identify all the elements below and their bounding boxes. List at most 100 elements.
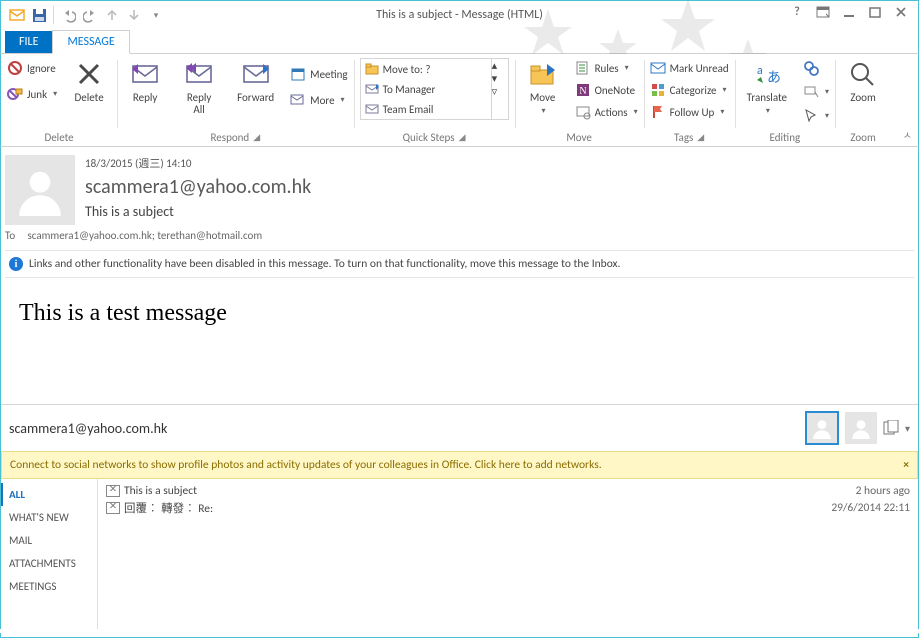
info-bar[interactable]: i Links and other functionality have bee… xyxy=(5,250,914,278)
categorize-button[interactable]: Categorize▾ xyxy=(650,80,729,100)
qs-item-1: To Manager xyxy=(383,83,436,96)
reply-all-button[interactable]: Reply All xyxy=(177,58,221,116)
junk-button[interactable]: Junk▾ xyxy=(7,84,57,104)
app-icon xyxy=(7,5,27,25)
contact-avatar-1[interactable] xyxy=(805,411,839,445)
people-nav-whatsnew[interactable]: WHAT'S NEW xyxy=(1,506,97,529)
zoom-button[interactable]: Zoom xyxy=(841,58,885,104)
qat-customize-button[interactable]: ▾ xyxy=(146,5,166,25)
mark-unread-icon xyxy=(650,60,666,76)
junk-label: Junk xyxy=(27,88,47,101)
info-icon: i xyxy=(9,257,23,271)
reply-button[interactable]: Reply xyxy=(123,58,167,116)
qs-expand[interactable]: ▿ xyxy=(492,85,508,98)
save-button[interactable] xyxy=(29,5,49,25)
people-nav-attachments[interactable]: ATTACHMENTS xyxy=(1,552,97,575)
next-item-button[interactable] xyxy=(124,5,144,25)
people-nav-meetings[interactable]: MEETINGS xyxy=(1,575,97,598)
group-quicksteps-label: Quick Steps xyxy=(403,131,455,144)
maximize-button[interactable] xyxy=(862,2,888,22)
actions-button[interactable]: Actions▾ xyxy=(575,102,638,122)
ribbon-tabs: FILE MESSAGE xyxy=(0,29,919,54)
received-date: 18/3/2015 (週三) 14:10 xyxy=(85,155,311,171)
mark-unread-button[interactable]: Mark Unread xyxy=(650,58,729,78)
related-button[interactable]: ▾ xyxy=(803,82,829,102)
qs-scroll-up[interactable]: ▴ xyxy=(492,59,508,72)
people-expand-button[interactable]: ▾ xyxy=(905,422,910,435)
activity-subject: 回覆︰ 轉發︰ Re: xyxy=(124,500,213,516)
onenote-label: OneNote xyxy=(595,84,635,97)
followup-button[interactable]: Follow Up▾ xyxy=(650,102,729,122)
help-button[interactable]: ? xyxy=(784,2,810,22)
banner-text: Connect to social networks to show profi… xyxy=(10,458,602,472)
message-body: This is a test message xyxy=(1,278,918,404)
people-pane-header: scammera1@yahoo.com.hk ▾ xyxy=(1,404,918,451)
people-nav-mail[interactable]: MAIL xyxy=(1,529,97,552)
rules-button[interactable]: Rules▾ xyxy=(575,58,638,78)
tab-file[interactable]: FILE xyxy=(5,31,52,53)
zoom-icon xyxy=(847,58,879,90)
banner-close-button[interactable]: × xyxy=(903,458,909,472)
onenote-icon: N xyxy=(575,82,591,98)
select-button[interactable]: ▾ xyxy=(803,106,829,126)
people-pane-name: scammera1@yahoo.com.hk xyxy=(9,420,167,437)
forward-icon xyxy=(240,58,272,90)
group-editing: aあ Translate▾ ▾ ▾ Editing xyxy=(735,54,835,146)
mail-icon xyxy=(106,485,120,497)
actions-label: Actions xyxy=(595,106,628,119)
title-bar: ▾ This is a subject - Message (HTML) ? xyxy=(0,0,919,29)
to-line: To scammera1@yahoo.com.hk; terethan@hotm… xyxy=(1,229,918,242)
forward-button[interactable]: Forward xyxy=(231,58,280,116)
meeting-button[interactable]: Meeting xyxy=(290,64,347,84)
more-respond-button[interactable]: More▾ xyxy=(290,90,347,110)
qs-scroll-down[interactable]: ▾ xyxy=(492,72,508,85)
categorize-icon xyxy=(650,82,666,98)
people-pane-body: ALL WHAT'S NEW MAIL ATTACHMENTS MEETINGS… xyxy=(1,479,918,629)
zoom-label: Zoom xyxy=(850,92,875,104)
message-header: 18/3/2015 (週三) 14:10 scammera1@yahoo.com… xyxy=(1,147,918,225)
quick-steps-gallery[interactable]: Move to: ? To Manager Team Email xyxy=(360,58,492,120)
activity-row[interactable]: This is a subject 2 hours ago xyxy=(106,483,910,499)
collapse-ribbon-button[interactable]: ㅅ xyxy=(903,127,912,142)
minimize-button[interactable] xyxy=(836,2,862,22)
redo-button[interactable] xyxy=(80,5,100,25)
people-nav: ALL WHAT'S NEW MAIL ATTACHMENTS MEETINGS xyxy=(1,479,98,629)
group-zoom-label: Zoom xyxy=(841,131,885,144)
people-nav-all[interactable]: ALL xyxy=(1,483,97,506)
activity-when: 29/6/2014 22:11 xyxy=(831,501,910,515)
respond-dialog-launcher[interactable]: ◢ xyxy=(253,132,260,143)
categorize-label: Categorize xyxy=(670,84,717,97)
social-connect-banner[interactable]: Connect to social networks to show profi… xyxy=(1,451,918,479)
reply-all-label: Reply All xyxy=(187,92,212,116)
undo-button[interactable] xyxy=(58,5,78,25)
people-activity-list: This is a subject 2 hours ago 回覆︰ 轉發︰ Re… xyxy=(98,479,918,629)
close-button[interactable] xyxy=(888,2,914,22)
prev-item-button[interactable] xyxy=(102,5,122,25)
delete-button[interactable]: Delete xyxy=(67,58,111,104)
group-move: Move▾ Rules▾ NOneNote Actions▾ Move xyxy=(515,54,644,146)
group-tags: Mark Unread Categorize▾ Follow Up▾ Tags◢ xyxy=(644,54,735,146)
find-button[interactable] xyxy=(803,58,829,78)
mail-icon xyxy=(106,502,120,514)
to-manager-icon xyxy=(365,83,379,95)
ignore-button[interactable]: Ignore xyxy=(7,58,57,78)
move-icon xyxy=(527,58,559,90)
people-toggle-button[interactable] xyxy=(883,420,899,436)
subject-text: This is a subject xyxy=(85,203,311,220)
ignore-label: Ignore xyxy=(27,62,56,75)
activity-row[interactable]: 回覆︰ 轉發︰ Re: 29/6/2014 22:11 xyxy=(106,499,910,517)
sender-avatar xyxy=(5,155,75,225)
junk-icon xyxy=(7,86,23,102)
qs-item-2: Team Email xyxy=(383,103,434,116)
onenote-button[interactable]: N OneNote xyxy=(575,80,638,100)
activity-when: 2 hours ago xyxy=(856,484,910,498)
svg-text:あ: あ xyxy=(767,69,781,86)
contact-avatar-2[interactable] xyxy=(845,412,877,444)
quicksteps-dialog-launcher[interactable]: ◢ xyxy=(459,132,466,143)
tab-message[interactable]: MESSAGE xyxy=(52,30,129,54)
move-button[interactable]: Move▾ xyxy=(521,58,565,122)
translate-button[interactable]: aあ Translate▾ xyxy=(741,58,793,126)
tags-dialog-launcher[interactable]: ◢ xyxy=(697,132,704,143)
translate-icon: aあ xyxy=(751,58,783,90)
ribbon-display-button[interactable] xyxy=(810,2,836,22)
